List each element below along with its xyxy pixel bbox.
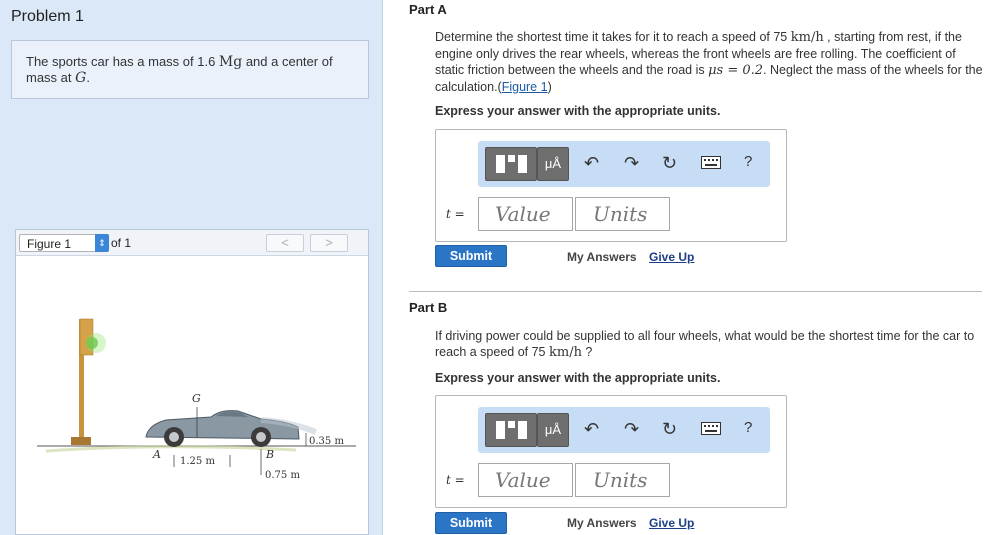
units-button[interactable]: μÅ — [537, 147, 569, 181]
variable-label: t = — [446, 473, 465, 487]
help-icon[interactable]: ? — [744, 153, 752, 170]
part-a-instruction: Express your answer with the appropriate… — [435, 104, 721, 118]
keyboard-icon[interactable] — [701, 422, 721, 435]
part-divider — [409, 291, 982, 292]
part-b-instruction: Express your answer with the appropriate… — [435, 371, 721, 385]
problem-intro: The sports car has a mass of 1.6 Mg and … — [11, 40, 369, 99]
figure-count: of 1 — [111, 236, 132, 250]
figure-link[interactable]: Figure 1 — [502, 80, 548, 94]
equation-toolbar: μÅ ↶ ↷ ↻ ? — [478, 141, 770, 187]
dim-a-g: 1.25 m — [180, 456, 215, 467]
submit-button-a[interactable]: Submit — [435, 245, 507, 267]
figure-nav-bar: Figure 1 ⇕ of 1 < > — [16, 230, 368, 256]
label-g: G — [192, 392, 201, 405]
part-b-question: If driving power could be supplied to al… — [435, 329, 975, 360]
templates-icon — [496, 155, 527, 173]
figure-panel: Figure 1 ⇕ of 1 < > G A B 1.25 m 0.75 m … — [15, 229, 369, 535]
reset-icon[interactable]: ↻ — [662, 153, 677, 173]
templates-button[interactable] — [485, 147, 537, 181]
part-b-answer-box: μÅ ↶ ↷ ↻ ? t = Value Units — [435, 395, 787, 508]
reset-icon[interactable]: ↻ — [662, 419, 677, 439]
label-a: A — [152, 448, 161, 461]
keyboard-icon[interactable] — [701, 156, 721, 169]
next-figure-button[interactable]: > — [310, 234, 348, 252]
problem-panel: Problem 1 The sports car has a mass of 1… — [0, 0, 383, 535]
value-input[interactable]: Value — [478, 463, 573, 497]
prev-figure-button[interactable]: < — [266, 234, 304, 252]
redo-icon[interactable]: ↷ — [624, 419, 639, 439]
undo-icon[interactable]: ↶ — [584, 153, 599, 173]
part-a-answer-box: μÅ ↶ ↷ ↻ ? t = Value Units — [435, 129, 787, 242]
give-up-link-b[interactable]: Give Up — [649, 516, 694, 530]
undo-icon[interactable]: ↶ — [584, 419, 599, 439]
label-b: B — [265, 448, 274, 461]
chevron-updown-icon: ⇕ — [95, 234, 109, 252]
variable-label: t = — [446, 207, 465, 221]
units-input[interactable]: Units — [575, 197, 670, 231]
templates-button[interactable] — [485, 413, 537, 447]
give-up-link-a[interactable]: Give Up — [649, 250, 694, 264]
part-a-question: Determine the shortest time it takes for… — [435, 30, 983, 94]
dim-height: 0.35 m — [309, 436, 344, 447]
units-button[interactable]: μÅ — [537, 413, 569, 447]
dim-g-b: 0.75 m — [265, 470, 300, 481]
equation-toolbar: μÅ ↶ ↷ ↻ ? — [478, 407, 770, 453]
car-figure: G A B 1.25 m 0.75 m 0.35 m — [37, 318, 356, 481]
help-icon[interactable]: ? — [744, 419, 752, 436]
problem-title: Problem 1 — [11, 8, 84, 25]
part-b-header: Part B — [409, 300, 448, 315]
my-answers-link-b[interactable]: My Answers — [567, 516, 637, 530]
units-input[interactable]: Units — [575, 463, 670, 497]
redo-icon[interactable]: ↷ — [624, 153, 639, 173]
value-input[interactable]: Value — [478, 197, 573, 231]
templates-icon — [496, 421, 527, 439]
submit-button-b[interactable]: Submit — [435, 512, 507, 534]
my-answers-link-a[interactable]: My Answers — [567, 250, 637, 264]
figure-select[interactable]: Figure 1 ⇕ — [19, 234, 109, 252]
part-a-header: Part A — [409, 2, 447, 17]
